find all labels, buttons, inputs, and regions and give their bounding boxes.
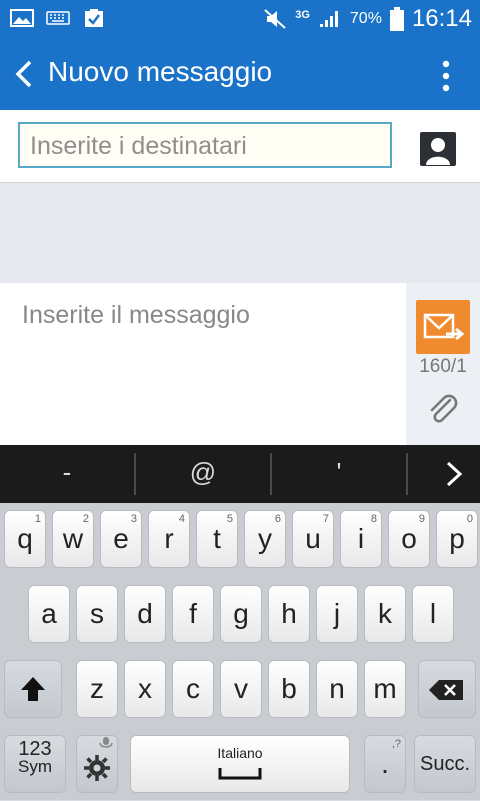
backspace-key[interactable]	[418, 660, 476, 718]
shift-key[interactable]	[4, 660, 62, 718]
message-placeholder: Inserite il messaggio	[22, 301, 250, 329]
key-l[interactable]: l	[412, 585, 454, 643]
key-n[interactable]: n	[316, 660, 358, 718]
backspace-icon	[429, 680, 463, 700]
back-arrow-icon[interactable]	[12, 58, 36, 90]
send-envelope-icon	[423, 313, 465, 341]
key-r[interactable]: 4r	[148, 510, 190, 568]
shift-arrow-icon	[21, 677, 45, 701]
key-w[interactable]: 2w	[52, 510, 94, 568]
keyboard-icon	[46, 11, 70, 25]
gallery-icon	[10, 9, 34, 27]
recipients-input[interactable]: Inserite i destinatari	[18, 122, 392, 168]
divider	[134, 453, 136, 495]
expand-suggestions-icon[interactable]	[444, 455, 464, 493]
key-u[interactable]: 7u	[292, 510, 334, 568]
key-s[interactable]: s	[76, 585, 118, 643]
key-o[interactable]: 9o	[388, 510, 430, 568]
key-v[interactable]: v	[220, 660, 262, 718]
divider	[270, 453, 272, 495]
signal-icon	[319, 11, 338, 27]
battery-icon	[389, 7, 404, 31]
key-y[interactable]: 6y	[244, 510, 286, 568]
space-bar-icon	[218, 768, 262, 780]
key-q[interactable]: 1q	[4, 510, 46, 568]
key-b[interactable]: b	[268, 660, 310, 718]
key-z[interactable]: z	[76, 660, 118, 718]
key-j[interactable]: j	[316, 585, 358, 643]
settings-key[interactable]	[76, 735, 118, 793]
attach-paperclip-icon[interactable]	[426, 392, 460, 426]
key-f[interactable]: f	[172, 585, 214, 643]
status-bar: 3G 70% 16:14	[0, 0, 480, 38]
key-h[interactable]: h	[268, 585, 310, 643]
char-counter: 160/1	[419, 356, 467, 377]
next-key[interactable]: Succ.	[414, 735, 476, 793]
key-e[interactable]: 3e	[100, 510, 142, 568]
contact-person-icon	[426, 138, 450, 165]
app-bar: Nuovo messaggio	[0, 38, 480, 110]
key-i[interactable]: 8i	[340, 510, 382, 568]
key-x[interactable]: x	[124, 660, 166, 718]
overflow-menu-icon[interactable]	[442, 60, 450, 92]
conversation-area	[0, 183, 480, 283]
key-d[interactable]: d	[124, 585, 166, 643]
key-a[interactable]: a	[28, 585, 70, 643]
key-g[interactable]: g	[220, 585, 262, 643]
period-key[interactable]: ,? .	[364, 735, 406, 793]
contacts-button[interactable]	[420, 132, 456, 166]
page-title: Nuovo messaggio	[48, 56, 273, 87]
message-input[interactable]: Inserite il messaggio	[0, 283, 406, 445]
divider	[406, 453, 408, 495]
clipboard-check-icon	[85, 9, 103, 27]
recipients-row: Inserite i destinatari	[0, 110, 480, 183]
symbols-key[interactable]: 123 Sym	[4, 735, 66, 793]
space-key[interactable]: Italiano	[130, 735, 350, 793]
suggestion-strip: - @ '	[0, 445, 480, 503]
key-m[interactable]: m	[364, 660, 406, 718]
suggestion-apostrophe[interactable]: '	[292, 457, 386, 488]
key-k[interactable]: k	[364, 585, 406, 643]
clock: 16:14	[411, 5, 472, 32]
network-type-label: 3G	[295, 9, 310, 21]
key-t[interactable]: 5t	[196, 510, 238, 568]
key-c[interactable]: c	[172, 660, 214, 718]
key-p[interactable]: 0p	[436, 510, 478, 568]
send-button[interactable]	[416, 300, 470, 354]
suggestion-at[interactable]: @	[156, 457, 250, 488]
mute-icon	[264, 9, 286, 29]
gear-icon	[84, 755, 110, 781]
suggestion-dash[interactable]: -	[20, 457, 114, 488]
battery-percent: 70%	[349, 10, 382, 27]
microphone-icon	[99, 737, 113, 748]
